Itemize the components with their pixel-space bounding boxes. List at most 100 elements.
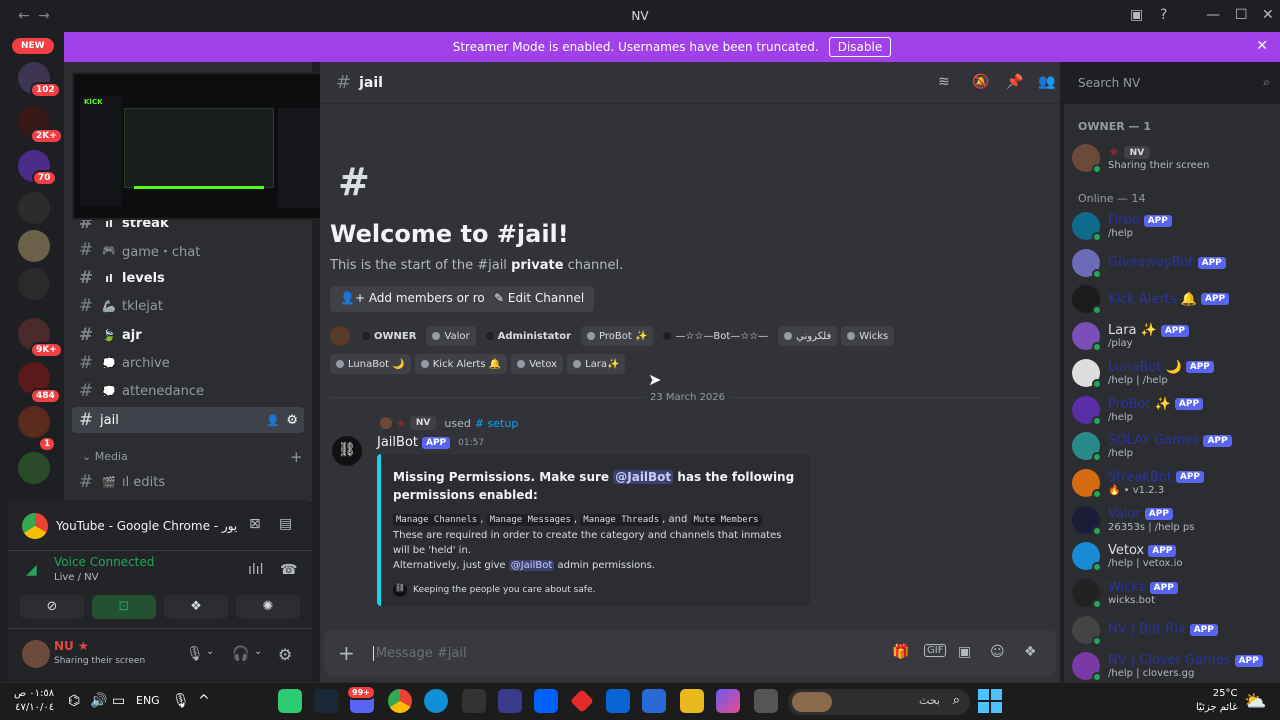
jailbot-avatar[interactable]: ⛓ (332, 436, 362, 466)
role-tag[interactable]: Vetox (511, 354, 564, 374)
members-icon[interactable]: 👥 (1038, 74, 1055, 90)
role-tag[interactable]: ProBot ✨ (581, 326, 654, 346)
server-icon[interactable] (18, 406, 50, 438)
member-item[interactable]: ProBot ✨ APP/help (1072, 392, 1272, 428)
network-icon[interactable]: ⌬ (68, 693, 80, 709)
member-item[interactable]: SOLAY Games APP/help (1072, 428, 1272, 464)
voice-channel[interactable]: Live / NV (54, 572, 98, 583)
microphone-icon[interactable]: 🎙 (186, 646, 204, 662)
edge-icon[interactable] (424, 689, 448, 713)
reply-user[interactable]: NV (409, 416, 437, 430)
search-input[interactable]: Search NV ⌕ (1070, 70, 1278, 96)
role-tag[interactable]: Wicks (841, 326, 895, 346)
role-tag[interactable]: Kick Alerts 🔔 (414, 354, 508, 374)
start-icon[interactable] (978, 689, 1002, 713)
channel-attenedance[interactable]: # 💭 attenedance (72, 378, 304, 404)
channel-tklejat[interactable]: # 🦾 tklejat (72, 293, 304, 319)
close-window-icon[interactable]: ✕ (1262, 7, 1274, 23)
channel-edits[interactable]: # 🎬 ıl edits (72, 469, 304, 495)
emoji-icon[interactable]: ☺ (990, 644, 1005, 660)
message-input[interactable]: Message #jail (372, 645, 467, 661)
role-tag[interactable]: OWNER (356, 326, 422, 346)
channel-game-chat[interactable]: # 🎮 game・chat (72, 237, 304, 263)
activities-button[interactable]: ❖ (164, 595, 228, 619)
server-icon[interactable] (18, 268, 50, 300)
soundboard-icon[interactable]: ılıl (248, 562, 264, 578)
role-tag[interactable]: Valor (426, 326, 476, 346)
channel-archive[interactable]: # 💭 archive (72, 350, 304, 376)
member-item[interactable]: Firbo APP/help (1072, 208, 1272, 244)
upload-plus-icon[interactable]: + (338, 641, 355, 665)
mic-icon[interactable]: 🎙 (172, 693, 190, 709)
username[interactable]: NU ★ (54, 639, 89, 653)
disconnect-icon[interactable]: ☎ (280, 562, 297, 578)
inbox-icon[interactable]: ▣ (1130, 7, 1143, 23)
apps-icon[interactable]: ❖ (1024, 644, 1037, 660)
user-mention[interactable]: @JailBot (613, 470, 674, 484)
gift-icon[interactable]: 🎁 (892, 644, 909, 660)
chevron-up-icon[interactable]: ^ (198, 693, 210, 709)
role-tag[interactable]: فلكروني (778, 326, 838, 346)
channel-levels[interactable]: # ıl levels (72, 265, 304, 291)
gif-icon[interactable]: GIF (924, 644, 947, 657)
app-icon[interactable] (278, 689, 302, 713)
edit-channel-button[interactable]: ✎ Edit Channel (484, 286, 595, 312)
language-indicator[interactable]: ENG (136, 694, 160, 707)
help-icon[interactable]: ? (1160, 7, 1167, 23)
threads-icon[interactable]: ≋ (938, 74, 950, 90)
stream-preview[interactable]: KICK (72, 72, 338, 220)
dropbox-icon[interactable] (534, 689, 558, 713)
avatar[interactable] (22, 640, 50, 668)
app-icon[interactable] (754, 689, 778, 713)
add-member-icon[interactable]: 👤 (266, 414, 280, 427)
category-media[interactable]: ⌄ Media (82, 450, 128, 463)
member-item[interactable]: LunaBot 🌙 APP/help | /help (1072, 355, 1272, 391)
channel-ajr[interactable]: # 🍃 ajr (72, 322, 304, 348)
disable-streamer-button[interactable]: Disable (828, 37, 892, 57)
add-channel-icon[interactable]: + (290, 448, 303, 466)
maximize-icon[interactable]: ☐ (1235, 7, 1248, 23)
member-item[interactable]: ★ NV Sharing their screen (1072, 140, 1272, 176)
stop-stream-icon[interactable]: ⊠ (249, 516, 261, 532)
camera-off-button[interactable]: ⊘ (20, 595, 84, 619)
channel-jail[interactable]: # jail 👤 ⚙ (72, 407, 304, 433)
copilot-icon[interactable] (716, 689, 740, 713)
message-author[interactable]: JailBot (377, 435, 418, 450)
role-tag[interactable]: Lara✨ (567, 354, 626, 374)
server-icon[interactable] (18, 452, 50, 484)
role-tag[interactable]: Administator (480, 326, 577, 346)
display-icon[interactable]: ▭ (112, 693, 125, 709)
member-item[interactable]: NV | Clover Games APP/help | clovers.gg (1072, 648, 1272, 684)
clock[interactable]: ٠١:٥٨ ص ٤٧/١٠/٠٤ (14, 687, 54, 715)
member-item[interactable]: Kick Alerts 🔔 APP (1072, 281, 1272, 317)
store-icon[interactable] (642, 689, 666, 713)
pin-icon[interactable]: 📌 (1006, 74, 1023, 90)
chrome-icon[interactable] (388, 689, 412, 713)
chevron-down-icon[interactable]: ⌄ (206, 646, 214, 657)
user-settings-icon[interactable]: ⚙ (278, 645, 292, 664)
role-tag[interactable]: LunaBot 🌙 (330, 354, 411, 374)
stream-settings-icon[interactable]: ▤ (279, 516, 292, 532)
member-item[interactable]: Wicks APP wicks.bot (1072, 575, 1272, 611)
member-item[interactable]: NV | Bot Rix APP (1072, 612, 1272, 648)
member-item[interactable]: Lara ✨ APP/play (1072, 318, 1272, 354)
user-mention[interactable]: @JailBot (508, 560, 555, 571)
weather[interactable]: 25°C غائم جزئيًا (1196, 687, 1237, 715)
settings-gear-icon[interactable]: ⚙ (286, 413, 298, 428)
member-item[interactable]: GiveawayBot APP (1072, 245, 1272, 281)
epic-games-icon[interactable] (462, 689, 486, 713)
chevron-down-icon[interactable]: ⌄ (254, 646, 262, 657)
sticker-icon[interactable]: ▣ (958, 644, 971, 660)
avatar[interactable] (330, 326, 350, 346)
server-icon[interactable] (18, 192, 50, 224)
file-explorer-icon[interactable] (680, 689, 704, 713)
steam-icon[interactable] (314, 689, 338, 713)
minimize-icon[interactable]: — (1206, 7, 1220, 23)
effects-button[interactable]: ✺ (236, 595, 300, 619)
volume-icon[interactable]: 🔊 (90, 693, 107, 709)
mute-icon[interactable]: 🔕 (972, 74, 989, 90)
member-item[interactable]: StreakBot APP 🔥 • v1.2.3 (1072, 465, 1272, 501)
reply-context[interactable]: ★ NV used # setup (380, 416, 518, 430)
screen-share-button[interactable]: ⊡ (92, 595, 156, 619)
voice-status[interactable]: Voice Connected (54, 555, 154, 569)
